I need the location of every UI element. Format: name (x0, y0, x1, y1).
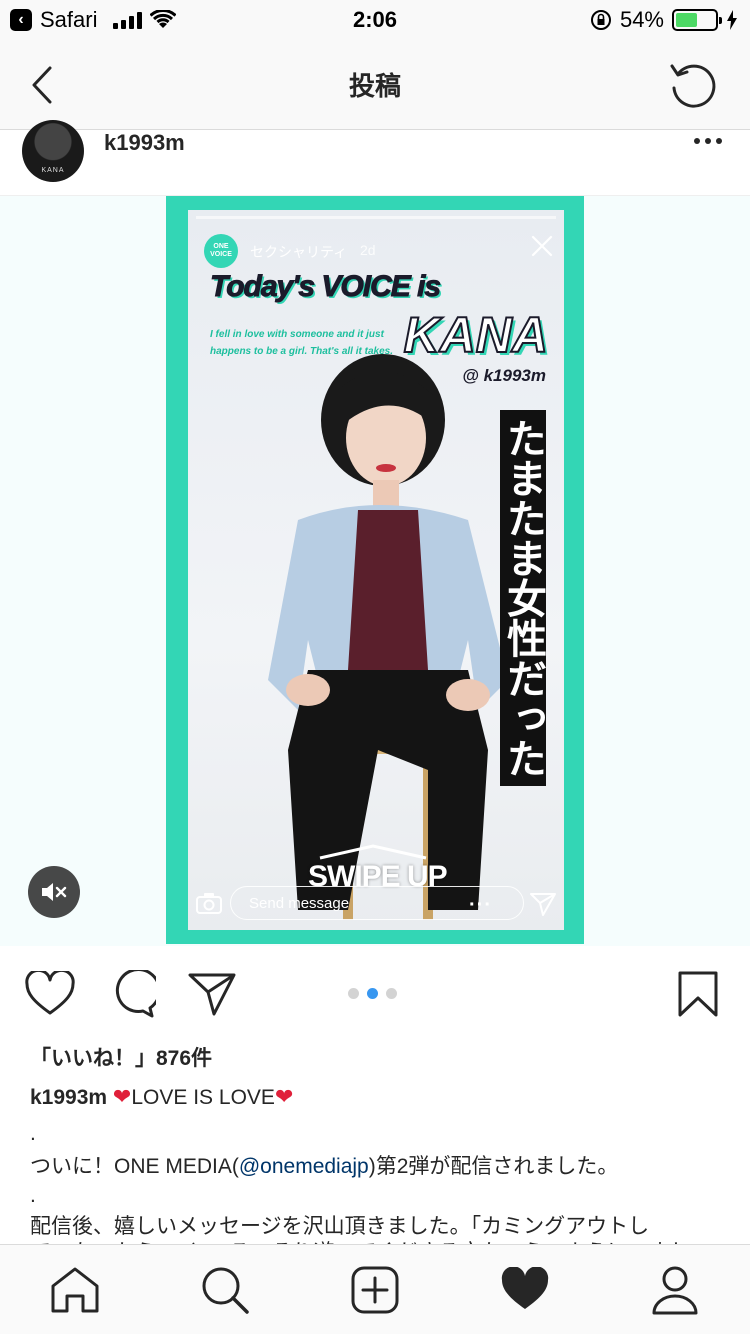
status-bar: ‹ Safari 2:06 54% (0, 0, 750, 40)
post-action-bar (0, 966, 750, 1026)
paper-plane-icon (530, 893, 556, 916)
story-frame: ONE VOICE セクシャリティ 2d Today's VOICE is I … (166, 196, 584, 944)
share-button[interactable] (186, 968, 238, 1020)
camera-icon (196, 893, 222, 914)
battery-icon (672, 9, 722, 31)
caption-text: ついに！ONE MEDIA( (30, 1155, 239, 1178)
story-progress-bar (196, 216, 556, 219)
refresh-button[interactable] (666, 58, 722, 114)
tab-bar (0, 1244, 750, 1334)
wifi-icon (150, 10, 177, 28)
story-channel-name: セクシャリティ (250, 244, 348, 260)
profile-icon (652, 1266, 698, 1315)
charging-bolt-icon (727, 10, 737, 30)
story-headline: Today's VOICE is (209, 270, 441, 304)
back-to-app-icon[interactable]: ‹ (10, 9, 32, 31)
home-icon (51, 1267, 99, 1313)
cellular-signal-icon (113, 11, 143, 29)
mute-toggle-button[interactable] (28, 866, 80, 918)
story-more-icon: ··· (469, 894, 492, 916)
like-button[interactable] (24, 968, 76, 1020)
caption-line-4: ていないから、、ところ、そり遊、てくださる方たいら、ようにいまし (30, 1236, 691, 1244)
channel-logo: ONE VOICE (204, 234, 238, 268)
close-icon (531, 235, 553, 257)
search-icon (202, 1267, 249, 1314)
speaker-muted-icon (42, 883, 67, 901)
heart-outline-icon (25, 971, 75, 1015)
battery-level (676, 13, 697, 27)
paper-plane-icon (188, 973, 236, 1016)
carousel-dot (367, 988, 378, 999)
page-title: 投稿 (348, 71, 401, 101)
like-count[interactable]: 「いいね！」876件 (30, 1042, 212, 1072)
caption-username[interactable]: k1993m (30, 1086, 107, 1109)
tab-new-post[interactable] (348, 1263, 402, 1317)
navigation-bar: 投稿 (0, 40, 750, 130)
caption-overflow-clip: 配信後、嬉しいメッセージを沢山頂きました。「カミングアウトし ていないから、、と… (0, 1200, 750, 1244)
caption-text: )第2弾が配信されました。 (368, 1155, 619, 1178)
post-media[interactable]: ONE VOICE セクシャリティ 2d Today's VOICE is I … (0, 196, 750, 946)
comment-button[interactable] (106, 968, 158, 1020)
carousel-indicator (348, 988, 397, 999)
more-options-button[interactable] (694, 138, 722, 144)
back-app-label[interactable]: Safari (40, 7, 97, 33)
tab-activity[interactable] (498, 1263, 552, 1317)
add-post-icon (351, 1266, 399, 1314)
red-heart-icon: ❤ (274, 1084, 294, 1109)
carousel-dot (348, 988, 359, 999)
save-button[interactable] (672, 968, 724, 1020)
caption-heading-line: k1993m ❤LOVE IS LOVE❤ (30, 1084, 293, 1110)
tab-search[interactable] (198, 1263, 252, 1317)
comment-bubble-icon (115, 970, 156, 1018)
story-age: 2d (360, 242, 376, 258)
tab-home[interactable] (48, 1263, 102, 1317)
story-reply-bar: Send message ··· (188, 884, 564, 924)
caption-line-2: ついに！ONE MEDIA(@onemediajp)第2弾が配信されました。 (30, 1150, 618, 1180)
back-button[interactable] (22, 60, 62, 110)
red-heart-icon: ❤ (112, 1084, 132, 1109)
chevron-left-icon (32, 66, 52, 104)
refresh-icon (670, 64, 716, 108)
battery-percent: 54% (619, 7, 664, 32)
avatar[interactable]: KANA (22, 120, 84, 182)
caption-heading: LOVE IS LOVE (131, 1086, 275, 1109)
post-header: KANA k1993m (0, 120, 750, 196)
tab-profile[interactable] (648, 1263, 702, 1317)
mention-link[interactable]: @onemediajp (239, 1155, 369, 1178)
person-photo (268, 354, 508, 920)
story-vertical-caption: たまたま女性だった (500, 410, 546, 786)
carousel-dot (386, 988, 397, 999)
swipe-up-arrow-icon (319, 844, 427, 860)
orientation-lock-icon (590, 10, 611, 30)
avatar-text: KANA (41, 167, 65, 174)
heart-filled-icon (501, 1267, 549, 1309)
post-username[interactable]: k1993m (104, 130, 185, 156)
bookmark-icon (678, 971, 718, 1017)
caption-dot: . (30, 1122, 36, 1145)
story-content: ONE VOICE セクシャリティ 2d Today's VOICE is I … (188, 210, 564, 930)
